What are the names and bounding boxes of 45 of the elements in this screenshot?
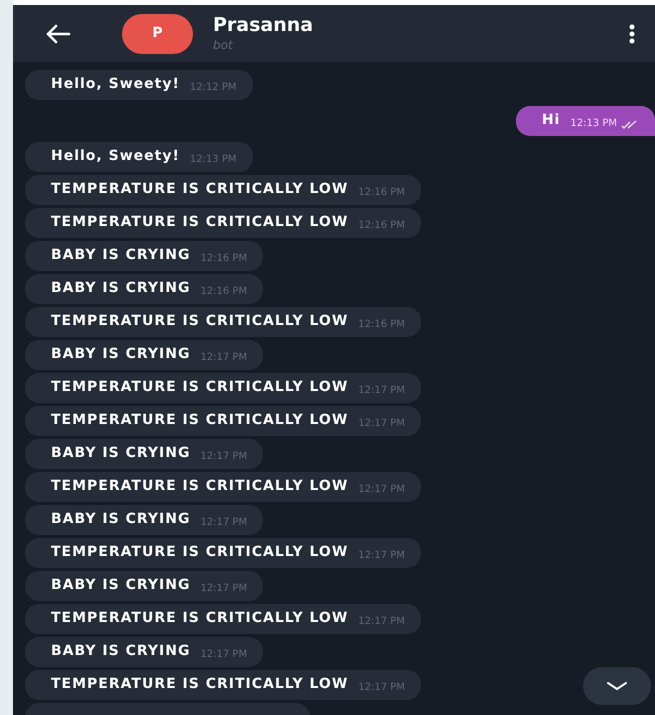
message-text: TEMPERATURE IS CRITICALLY LOW — [51, 411, 348, 430]
more-menu-icon[interactable] — [629, 24, 635, 44]
message-text: TEMPERATURE IS CRITICALLY LOW — [51, 675, 348, 694]
message-text: TEMPERATURE IS CRITICALLY LOW — [51, 477, 348, 496]
message-text: TEMPERATURE IS CRITICALLY LOW — [51, 213, 348, 232]
message-time: 12:17 PM — [200, 351, 248, 365]
message-text: TEMPERATURE IS CRITICALLY LOW — [51, 378, 348, 397]
message-time: 12:17 PM — [358, 483, 405, 497]
message-text: BABY IS CRYING — [51, 642, 190, 661]
message-text: BABY IS CRYING — [51, 444, 190, 463]
message-time: 12:16 PM — [358, 219, 405, 233]
message-text: BABY IS CRYING — [51, 510, 190, 529]
message-time: 12:17 PM — [200, 648, 248, 662]
message-time: 12:13 PM — [190, 153, 236, 167]
message-time: 12:17 PM — [358, 417, 405, 431]
message-time: 12:16 PM — [358, 186, 405, 200]
message-time: 12:17 PM — [200, 582, 248, 596]
back-arrow-icon[interactable] — [45, 24, 71, 44]
message-text: TEMPERATURE IS CRITICALLY LOW — [51, 312, 348, 331]
message-time: 12:17 PM — [358, 549, 405, 563]
chevron-down-icon — [606, 681, 628, 691]
message-text: TEMPERATURE IS CRITICALLY LOW — [51, 180, 348, 199]
message-text: BABY IS CRYING — [51, 576, 190, 595]
chat-title: Prasanna — [213, 14, 314, 38]
message-text: TEMPERATURE IS CRITICALLY LOW — [51, 609, 348, 628]
message-time: 12:17 PM — [358, 615, 405, 629]
message-time: 12:17 PM — [200, 450, 248, 464]
message-text: Hello, Sweety! — [51, 147, 180, 166]
message-time: 12:17 PM — [358, 681, 405, 695]
message-text: Hello, Sweety! — [51, 75, 180, 94]
message-time: 12:17 PM — [200, 516, 248, 530]
message-time: 12:16 PM — [358, 318, 405, 332]
message-time: 12:13 PM — [570, 117, 617, 131]
message-text: BABY IS CRYING — [51, 345, 190, 364]
message-time: 12:16 PM — [200, 285, 248, 299]
message-time: 12:12 PM — [190, 81, 236, 95]
message-text: BABY IS CRYING — [51, 279, 190, 298]
message-text: BABY IS CRYING — [51, 246, 190, 265]
message-text: TEMPERATURE IS CRITICALLY LOW — [51, 543, 348, 562]
chat-subtitle: bot — [213, 38, 234, 53]
scroll-down-button[interactable] — [583, 667, 651, 705]
message-text: Hi — [542, 111, 560, 130]
message-time: 12:17 PM — [358, 384, 405, 398]
message-time: 12:16 PM — [200, 252, 248, 266]
avatar[interactable]: P — [122, 14, 193, 54]
